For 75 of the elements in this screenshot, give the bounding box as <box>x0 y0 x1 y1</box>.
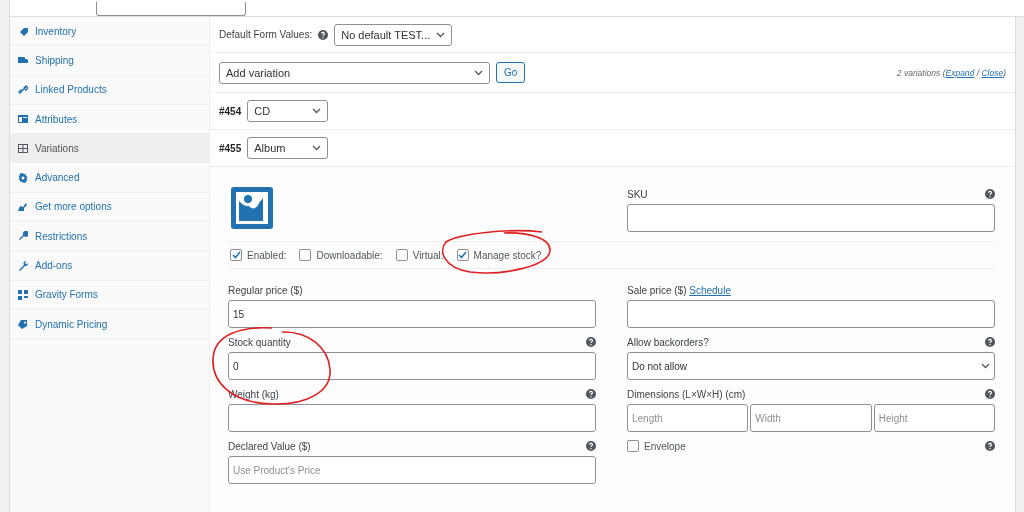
sidebar-tab[interactable]: Add-ons <box>10 251 209 281</box>
checkbox[interactable] <box>299 249 312 261</box>
variation-id: #455 <box>219 142 242 154</box>
text-field[interactable] <box>627 300 995 328</box>
dimension-field[interactable]: Height <box>873 404 995 432</box>
text-field[interactable]: 15 <box>228 300 596 328</box>
field-label: Stock quantity <box>228 336 291 348</box>
grid-icon <box>18 143 28 154</box>
variation-id: #454 <box>219 105 242 117</box>
sidebar-tab[interactable]: Shipping <box>10 46 209 76</box>
sidebar-tab[interactable]: Variations <box>10 134 209 164</box>
wrench-icon <box>18 260 28 271</box>
variation-select[interactable]: CD <box>247 100 329 122</box>
help-icon <box>985 389 995 399</box>
go-button[interactable]: Go <box>496 62 526 83</box>
checkbox[interactable] <box>395 249 408 261</box>
help-icon <box>985 189 995 199</box>
checkbox-label: Virtual: <box>412 249 444 261</box>
image-placeholder-icon[interactable] <box>231 187 273 229</box>
sidebar-tab[interactable]: Inventory <box>10 17 209 47</box>
sidebar-tab[interactable]: Get more options <box>10 192 209 223</box>
help-icon <box>985 441 995 451</box>
field-label: Declared Value ($) <box>228 440 311 452</box>
chevron-down-icon <box>312 145 322 151</box>
product-type-select[interactable] <box>96 2 246 16</box>
checkbox-label: Enabled: <box>247 249 287 261</box>
field-label: Dimensions (L×W×H) (cm) <box>627 388 746 400</box>
field-label: SKU <box>627 188 648 200</box>
sidebar-tab[interactable]: Linked Products <box>10 75 209 105</box>
checkbox[interactable] <box>230 249 242 261</box>
variation-action-select[interactable]: Add variation <box>219 61 490 84</box>
dimension-field[interactable]: Width <box>750 404 872 432</box>
chevron-down-icon <box>436 31 446 38</box>
wrench-icon <box>18 231 28 242</box>
field-label: Allow backorders? <box>627 336 709 348</box>
sku-field[interactable] <box>627 204 995 232</box>
text-field[interactable]: Use Product's Price <box>228 456 596 484</box>
gear-icon <box>18 172 28 183</box>
variation-select[interactable]: Album <box>247 137 329 159</box>
truck-icon <box>18 55 28 66</box>
help-icon <box>586 389 596 399</box>
tag-icon <box>18 319 28 330</box>
help-icon <box>318 29 329 40</box>
dimension-field[interactable]: Length <box>627 404 749 432</box>
field-label: Regular price ($) <box>228 284 303 296</box>
default-form-select[interactable]: No default TEST... <box>334 23 453 46</box>
tag-icon <box>18 26 28 37</box>
checkbox-label: Envelope <box>644 440 686 452</box>
help-icon <box>586 441 596 451</box>
sidebar-tab[interactable]: Advanced <box>10 163 209 193</box>
chevron-down-icon <box>312 108 322 114</box>
checkbox-label: Manage stock? <box>473 249 542 261</box>
link-icon <box>18 84 28 95</box>
sidebar-tab[interactable]: Restrictions <box>10 222 209 252</box>
checkbox[interactable] <box>627 440 639 452</box>
checkmark-icon <box>458 251 468 259</box>
grid-icon <box>18 289 28 300</box>
help-icon <box>985 337 995 347</box>
field-label: Sale price ($) Schedule <box>627 284 731 296</box>
sidebar-tab[interactable]: Gravity Forms <box>10 280 209 310</box>
chevron-down-icon <box>474 69 483 76</box>
checkmark-icon <box>231 251 241 259</box>
chevron-down-icon <box>981 363 990 369</box>
backorders-select[interactable]: Do not allow <box>627 352 995 380</box>
table-icon <box>18 114 28 125</box>
sidebar-tab[interactable]: Dynamic Pricing <box>10 309 209 340</box>
checkbox-label: Downloadable: <box>316 249 383 261</box>
expand-link[interactable]: Expand <box>945 67 975 78</box>
field-label: Default Form Values: <box>219 29 313 40</box>
help-icon <box>586 337 596 347</box>
variation-count: 2 variations (Expand / Close) <box>896 67 1006 78</box>
checkbox[interactable] <box>456 249 469 261</box>
text-field[interactable]: 0 <box>228 352 596 380</box>
schedule-link[interactable]: Schedule <box>689 284 731 296</box>
text-field[interactable] <box>228 404 596 432</box>
